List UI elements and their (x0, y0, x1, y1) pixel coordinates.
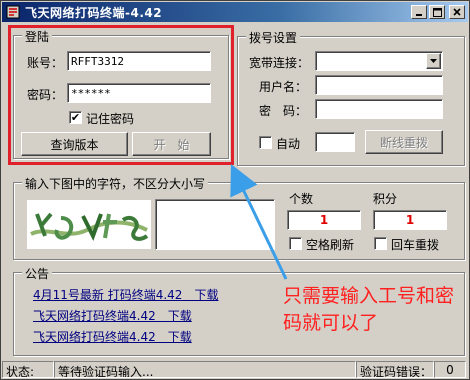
dial-group-title: 拨号设置 (246, 29, 301, 46)
count-value-field: 1 (287, 210, 361, 230)
broadband-label: 宽带连接： (249, 56, 310, 70)
captcha-error-label: 验证码错误： (356, 360, 434, 378)
status-bar: 状态: 等待验证码输入... 验证码错误： 0 (2, 359, 468, 379)
annotation-arrow (230, 164, 288, 280)
annotation-text: 只需要输入工号和密码就可以了 (283, 285, 455, 334)
chevron-down-icon (430, 59, 437, 63)
announcement-group-title: 公告 (22, 265, 53, 282)
captcha-image-art (27, 200, 151, 249)
username-label: 用户名： (259, 80, 308, 94)
app-window: 飞天网络打码终端-4.42 登陆 账号： 密码： ✔ 记住密码 查询版本 开 始… (0, 0, 470, 380)
announcement-link-2[interactable]: 飞天网络打码终端4.42 下载 (33, 307, 192, 324)
score-value-field: 1 (373, 210, 447, 230)
red-highlight-box (8, 25, 234, 165)
enter-redial-checkbox[interactable] (374, 237, 387, 250)
auto-interval-input[interactable] (315, 132, 355, 152)
dial-password-input[interactable] (315, 99, 443, 119)
auto-checkbox[interactable] (259, 136, 272, 149)
close-icon (453, 8, 461, 16)
minimize-button[interactable] (411, 5, 427, 19)
close-button[interactable] (449, 5, 465, 19)
announcement-link-1[interactable]: 4月11号最新 打码终端4.42 下载 (33, 286, 218, 303)
announcement-link-3[interactable]: 飞天网络打码终端4.42 下载 (33, 328, 192, 345)
captcha-image[interactable] (27, 200, 151, 249)
maximize-button[interactable] (429, 5, 445, 19)
minimize-icon (416, 14, 422, 16)
status-label: 状态: (2, 360, 54, 378)
window-title: 飞天网络打码终端-4.42 (25, 5, 163, 20)
auto-label: 自动 (276, 137, 301, 151)
captcha-group-title: 输入下图中的字符，不区分大小写 (22, 175, 209, 192)
app-icon (5, 4, 21, 20)
space-refresh-label: 空格刷新 (306, 238, 355, 252)
title-bar[interactable]: 飞天网络打码终端-4.42 (2, 2, 468, 22)
dropdown-button[interactable] (426, 53, 441, 69)
maximize-icon (432, 7, 442, 17)
dial-password-label: 密 码： (259, 104, 308, 118)
dial-username-input[interactable] (315, 75, 443, 95)
score-label: 积分 (373, 192, 398, 206)
status-message: 等待验证码输入... (54, 360, 356, 378)
broadband-select[interactable] (315, 51, 443, 71)
reconnect-button[interactable]: 断线重拨 (365, 130, 443, 154)
enter-redial-label: 回车重拨 (391, 238, 440, 252)
captcha-error-value: 0 (434, 360, 466, 378)
